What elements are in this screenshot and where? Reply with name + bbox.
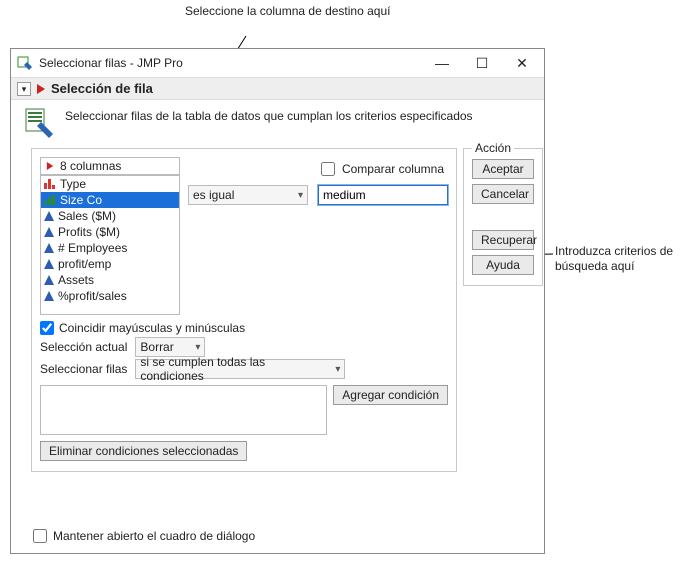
column-count-label: 8 columnas xyxy=(60,159,121,173)
criteria-fieldset: 8 columnas Type Size Co xyxy=(31,148,457,472)
list-item-label: Size Co xyxy=(60,193,102,207)
select-rows-condition-value: si se cumplen todas las condiciones xyxy=(140,355,329,383)
description-text: Seleccionar filas de la tabla de datos q… xyxy=(65,108,473,138)
list-item-label: Profits ($M) xyxy=(58,225,120,239)
list-item[interactable]: Sales ($M) xyxy=(41,208,179,224)
window-title: Seleccionar filas - JMP Pro xyxy=(39,56,422,70)
recover-button[interactable]: Recuperar xyxy=(472,230,534,250)
continuous-icon xyxy=(44,291,54,301)
select-rows-label: Seleccionar filas xyxy=(40,362,127,376)
list-item-label: Assets xyxy=(58,273,94,287)
callout-select-column: Seleccione la columna de destino aquí xyxy=(185,4,390,19)
maximize-button[interactable]: ☐ xyxy=(462,50,502,76)
remove-conditions-button[interactable]: Eliminar condiciones seleccionadas xyxy=(40,441,247,461)
continuous-icon xyxy=(44,275,54,285)
list-item[interactable]: Assets xyxy=(41,272,179,288)
compare-column-checkbox[interactable] xyxy=(321,162,335,176)
list-item[interactable]: Size Co xyxy=(41,192,179,208)
action-legend: Acción xyxy=(472,141,514,155)
callout-enter-criteria: Introduzca criterios de búsqueda aquí xyxy=(555,244,675,274)
list-item[interactable]: profit/emp xyxy=(41,256,179,272)
continuous-icon xyxy=(44,211,54,221)
list-item-label: # Employees xyxy=(58,241,127,255)
current-selection-value: Borrar xyxy=(140,340,173,354)
cancel-button[interactable]: Cancelar xyxy=(472,184,534,204)
section-header: ▾ Selección de fila xyxy=(11,77,544,100)
column-list[interactable]: Type Size Co Sales ($M) xyxy=(40,175,180,315)
select-rows-icon xyxy=(25,108,55,138)
list-item[interactable]: Profits ($M) xyxy=(41,224,179,240)
minimize-button[interactable]: — xyxy=(422,50,462,76)
nominal-icon xyxy=(44,179,56,189)
column-count-dropdown[interactable]: 8 columnas xyxy=(40,157,180,175)
match-case-label: Coincidir mayúsculas y minúsculas xyxy=(59,321,245,335)
section-title: Selección de fila xyxy=(51,81,153,96)
close-button[interactable]: ✕ xyxy=(502,50,542,76)
keep-open-checkbox[interactable] xyxy=(33,529,47,543)
list-item-label: profit/emp xyxy=(58,257,111,271)
operator-value: es igual xyxy=(193,188,234,202)
add-condition-button[interactable]: Agregar condición xyxy=(333,385,448,405)
accept-button[interactable]: Aceptar xyxy=(472,159,534,179)
action-fieldset: Acción Aceptar Cancelar Recuperar Ayuda xyxy=(463,148,543,286)
continuous-icon xyxy=(44,227,54,237)
match-case-checkbox[interactable] xyxy=(40,321,54,335)
list-item-label: %profit/sales xyxy=(58,289,127,303)
current-selection-select[interactable]: Borrar xyxy=(135,337,205,357)
continuous-icon xyxy=(44,259,54,269)
list-item-label: Type xyxy=(60,177,86,191)
current-selection-label: Selección actual xyxy=(40,340,127,354)
conditions-list[interactable] xyxy=(40,385,327,435)
dialog-window: Seleccionar filas - JMP Pro — ☐ ✕ ▾ Sele… xyxy=(10,48,545,554)
list-item[interactable]: Type xyxy=(41,176,179,192)
red-triangle-icon xyxy=(47,162,53,170)
criteria-value-input[interactable] xyxy=(318,185,448,205)
list-item-label: Sales ($M) xyxy=(58,209,116,223)
select-rows-condition-select[interactable]: si se cumplen todas las condiciones xyxy=(135,359,345,379)
operator-select[interactable]: es igual xyxy=(188,185,308,205)
ordinal-icon xyxy=(44,195,56,205)
list-item[interactable]: %profit/sales xyxy=(41,288,179,304)
description-row: Seleccionar filas de la tabla de datos q… xyxy=(11,100,544,142)
compare-column-label: Comparar columna xyxy=(342,162,444,176)
keep-open-label: Mantener abierto el cuadro de diálogo xyxy=(53,529,255,543)
titlebar: Seleccionar filas - JMP Pro — ☐ ✕ xyxy=(11,49,544,77)
red-triangle-icon[interactable] xyxy=(37,84,45,94)
continuous-icon xyxy=(44,243,54,253)
help-button[interactable]: Ayuda xyxy=(472,255,534,275)
list-item[interactable]: # Employees xyxy=(41,240,179,256)
disclosure-toggle[interactable]: ▾ xyxy=(17,82,31,96)
app-icon xyxy=(17,55,33,71)
